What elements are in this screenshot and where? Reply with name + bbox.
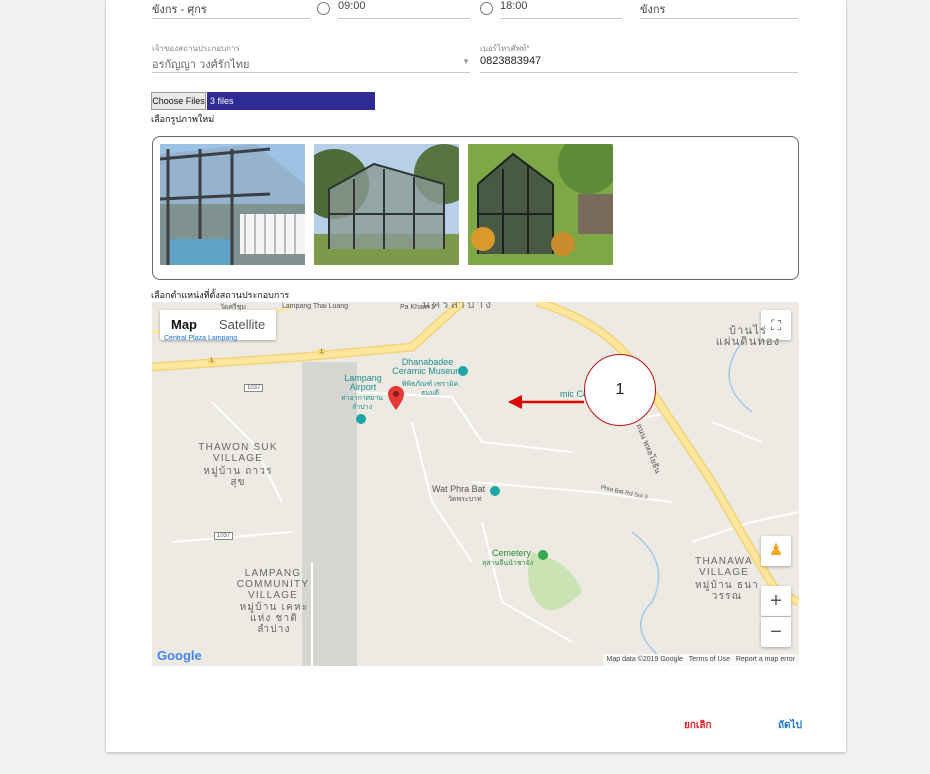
holiday-field[interactable]: ขังกร	[640, 0, 798, 19]
new-photos-label: เลือกรูปภาพใหม่	[151, 114, 215, 124]
annotation-arrow	[508, 395, 584, 409]
map-label-ceramic-museum-th: พิพิธภัณฑ์ เซรามิคธนบดี	[401, 381, 459, 397]
photo-thumbnail[interactable]	[160, 144, 305, 265]
wat-marker-icon	[490, 486, 500, 496]
choose-files-button[interactable]: Choose Files	[151, 92, 206, 110]
map-label-wat-th: วัดพระบาท	[448, 496, 482, 503]
next-button[interactable]: ถัดไป	[778, 718, 802, 733]
map-label-lampang-village: LAMPANG COMMUNITY VILLAGE	[236, 568, 310, 601]
map-label-thawon-village: THAWON SUK VILLAGE	[198, 442, 278, 464]
map-label-road-1b: 1	[318, 349, 326, 355]
close-time-field[interactable]: 18:00	[500, 0, 622, 19]
location-map[interactable]: Map Satellite ⛶ ♟ + − นครลำปาง วัดศรีชุม…	[152, 302, 799, 666]
map-label-lamp-thai: Lampang Thai Luang	[282, 303, 349, 310]
zoom-in-button[interactable]: +	[761, 586, 791, 616]
map-label-cemetery-th: สุสานจีนนำชาจัง	[482, 560, 534, 567]
form-card: ขังกร - ศุกร 09:00 18:00 ขังกร เจ้าของสถ…	[106, 0, 846, 752]
annotation-callout: 1	[584, 354, 656, 426]
radio-open-time[interactable]	[317, 2, 330, 15]
map-label-airport: Lampang Airport	[344, 373, 382, 392]
file-count: 3 files	[207, 92, 375, 110]
map-attribution: Map data ©2019 Google	[606, 656, 683, 663]
map-label-wat-top: วัดศรีชุม	[220, 304, 247, 311]
photo-thumbnail[interactable]	[468, 144, 613, 265]
report-error-link[interactable]: Report a map error	[736, 656, 795, 663]
map-label-airport-th: ท่าอากาศยาน ลำปาง	[340, 395, 384, 411]
airport-marker-icon	[356, 414, 366, 424]
map-label-cemetery: Cemetery	[492, 548, 532, 558]
phone-field[interactable]: 0823883947	[480, 54, 798, 73]
map-label-road-1037a: 1037	[244, 384, 264, 392]
map-label-central-plaza: Central Plaza Lampang	[164, 335, 238, 342]
map-attribution-bar: Map data ©2019 Google Terms of Use Repor…	[602, 654, 799, 666]
dropdown-arrow-icon: ▼	[462, 57, 470, 66]
museum-marker-icon	[458, 366, 468, 376]
map-label-pa-kham: Pa Kham 1	[400, 304, 435, 311]
map-label-thanawan-village: THANAWA VILLAGE	[695, 556, 753, 578]
zoom-out-button[interactable]: −	[761, 617, 791, 647]
map-label-thanawan-village-th: หมู่บ้าน ธนาวรรณ	[694, 580, 760, 602]
map-label-wat: Wat Phra Bat	[432, 484, 486, 494]
location-pin-icon[interactable]	[388, 386, 404, 410]
map-label-ceramic-museum: Dhanabadee Ceramic Museum	[392, 357, 463, 376]
terms-link[interactable]: Terms of Use	[689, 656, 730, 663]
photo-thumbnail[interactable]	[314, 144, 459, 265]
map-label-lampang-village-th: หมู่บ้าน เคหะแห่ง ชาติลำปาง	[239, 602, 309, 635]
google-logo: Google	[157, 648, 202, 663]
days-field[interactable]: ขังกร - ศุกร	[152, 0, 310, 19]
cancel-button[interactable]: ยกเลิก	[684, 718, 712, 733]
owner-select[interactable]: อรกัญญา วงศ์รักไทย ▼	[152, 54, 470, 73]
map-label-road-1: 1	[208, 358, 216, 364]
cemetery-marker-icon	[538, 550, 548, 560]
pegman-icon[interactable]: ♟	[761, 536, 791, 566]
photo-preview-box	[152, 136, 799, 280]
map-label-thawon-village-th: หมู่บ้าน ถาวรสุข	[203, 466, 273, 488]
radio-close-time[interactable]	[480, 2, 493, 15]
location-label: เลือกตำแหน่งที่ตั้งสถานประกอบการ	[151, 290, 290, 300]
open-time-field[interactable]: 09:00	[338, 0, 470, 19]
map-label-road-1037b: 1037	[214, 532, 234, 540]
map-label-ban-phaen: บ้านไร่ แผ่นดินทอง	[715, 325, 781, 348]
